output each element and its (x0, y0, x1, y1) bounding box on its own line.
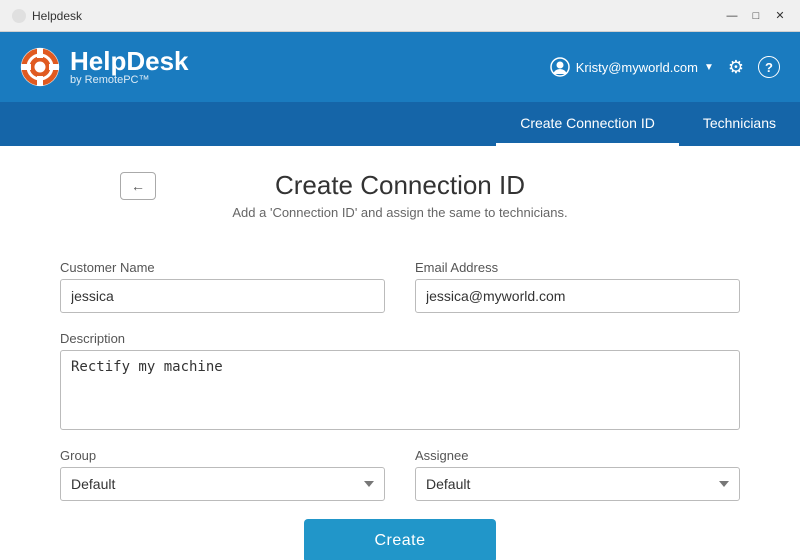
assignee-label: Assignee (415, 448, 740, 463)
page-header: Create Connection ID Add a 'Connection I… (232, 170, 567, 220)
help-button[interactable]: ? (758, 56, 780, 78)
form-group-description: Description Rectify my machine (60, 331, 740, 430)
logo-area: HelpDesk by RemotePC™ (20, 47, 189, 87)
header-right: Kristy@myworld.com ▼ ⚙ ? (550, 56, 780, 78)
logo-helpdesk-text: HelpDesk (70, 48, 189, 74)
create-button-row: Create (60, 519, 740, 560)
nav-item-create-connection[interactable]: Create Connection ID (496, 102, 679, 146)
form-group-email: Email Address (415, 260, 740, 313)
main-content: ← Create Connection ID Add a 'Connection… (0, 146, 800, 560)
user-avatar-icon (550, 57, 570, 77)
group-select[interactable]: Default Group A Group B (60, 467, 385, 501)
logo-by-text: by RemotePC™ (70, 74, 189, 86)
email-input[interactable] (415, 279, 740, 313)
window-title-text: Helpdesk (32, 9, 82, 23)
form-group-assignee: Assignee Default Assignee A Assignee B (415, 448, 740, 501)
customer-name-input[interactable] (60, 279, 385, 313)
user-dropdown-icon: ▼ (704, 62, 714, 73)
nav-bar: Create Connection ID Technicians (0, 102, 800, 146)
form-row-description: Description Rectify my machine (60, 331, 740, 430)
form-group-group: Group Default Group A Group B (60, 448, 385, 501)
minimize-button[interactable]: — (724, 8, 740, 24)
helpdesk-logo-icon (20, 47, 60, 87)
back-button[interactable]: ← (120, 172, 156, 200)
create-button[interactable]: Create (304, 519, 495, 560)
window-controls: — □ ✕ (724, 8, 788, 24)
nav-create-connection-label: Create Connection ID (520, 115, 655, 131)
app-icon (12, 9, 26, 23)
page-subtitle: Add a 'Connection ID' and assign the sam… (232, 205, 567, 220)
form-row-group-assignee: Group Default Group A Group B Assignee D… (60, 448, 740, 501)
user-email: Kristy@myworld.com (576, 60, 698, 75)
app-header: HelpDesk by RemotePC™ Kristy@myworld.com… (0, 32, 800, 102)
group-label: Group (60, 448, 385, 463)
description-label: Description (60, 331, 740, 346)
page-header-area: ← Create Connection ID Add a 'Connection… (60, 170, 740, 240)
customer-name-label: Customer Name (60, 260, 385, 275)
nav-technicians-label: Technicians (703, 115, 776, 131)
close-button[interactable]: ✕ (772, 8, 788, 24)
window-chrome: Helpdesk — □ ✕ (0, 0, 800, 32)
nav-item-technicians[interactable]: Technicians (679, 102, 800, 146)
form-row-name-email: Customer Name Email Address (60, 260, 740, 313)
settings-button[interactable]: ⚙ (728, 57, 744, 78)
form-group-customer-name: Customer Name (60, 260, 385, 313)
window-title: Helpdesk (12, 9, 82, 23)
logo-text: HelpDesk by RemotePC™ (70, 48, 189, 86)
page-title: Create Connection ID (232, 170, 567, 201)
maximize-button[interactable]: □ (748, 8, 764, 24)
description-textarea[interactable]: Rectify my machine (60, 350, 740, 430)
email-label: Email Address (415, 260, 740, 275)
user-info[interactable]: Kristy@myworld.com ▼ (550, 57, 714, 77)
assignee-select[interactable]: Default Assignee A Assignee B (415, 467, 740, 501)
